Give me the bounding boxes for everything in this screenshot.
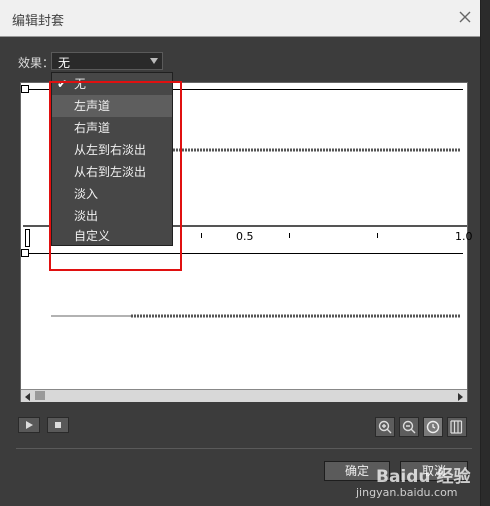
menu-item-fade-right-to-left[interactable]: 从右到左淡出 bbox=[52, 161, 172, 183]
menu-item-left-channel[interactable]: 左声道 bbox=[52, 95, 172, 117]
menu-item-fade-out[interactable]: 淡出 bbox=[52, 205, 172, 227]
menu-item-label: 从右到左淡出 bbox=[74, 165, 147, 179]
menu-item-label: 从左到右淡出 bbox=[74, 143, 147, 157]
close-icon[interactable] bbox=[456, 8, 474, 26]
menu-item-none[interactable]: ✔ 无 bbox=[52, 73, 172, 95]
play-icon bbox=[19, 421, 39, 435]
ruler-tick bbox=[377, 233, 378, 238]
cancel-button[interactable]: 取消 bbox=[400, 461, 468, 481]
ruler-tick bbox=[201, 233, 202, 238]
menu-item-label: 淡入 bbox=[74, 187, 99, 201]
effect-select[interactable]: 无 bbox=[51, 52, 163, 70]
stop-button[interactable] bbox=[47, 417, 69, 433]
menu-item-custom[interactable]: 自定义 bbox=[52, 225, 172, 247]
dropdown-arrow-icon bbox=[150, 58, 158, 64]
menu-item-label: 自定义 bbox=[74, 229, 111, 243]
scroll-right-icon[interactable] bbox=[455, 391, 465, 401]
seconds-units-button[interactable] bbox=[423, 417, 443, 437]
menu-item-right-channel[interactable]: 右声道 bbox=[52, 117, 172, 139]
right-envelope-line[interactable] bbox=[27, 253, 463, 254]
time-units-icon bbox=[424, 420, 442, 439]
left-envelope-handle[interactable] bbox=[21, 85, 29, 93]
play-button[interactable] bbox=[18, 417, 40, 433]
zoom-out-icon bbox=[400, 420, 418, 439]
effect-select-value: 无 bbox=[58, 56, 71, 70]
menu-item-label: 左声道 bbox=[74, 99, 111, 113]
menu-item-fade-in[interactable]: 淡入 bbox=[52, 183, 172, 205]
effect-label: 效果： bbox=[18, 56, 55, 70]
footer-divider bbox=[16, 448, 472, 449]
ruler-label: 1.0 bbox=[455, 230, 473, 243]
right-waveform bbox=[51, 313, 461, 319]
dialog-title: 编辑封套 bbox=[12, 14, 65, 29]
right-channel-track[interactable] bbox=[21, 249, 467, 389]
scrollbar-thumb[interactable] bbox=[35, 391, 45, 400]
zoom-in-button[interactable] bbox=[375, 417, 395, 437]
checkmark-icon: ✔ bbox=[57, 77, 68, 91]
ruler-tick bbox=[289, 233, 290, 238]
menu-item-fade-left-to-right[interactable]: 从左到右淡出 bbox=[52, 139, 172, 161]
right-envelope-handle[interactable] bbox=[21, 249, 29, 257]
horizontal-scrollbar[interactable] bbox=[21, 389, 467, 402]
frames-units-icon bbox=[448, 420, 466, 439]
zoom-out-button[interactable] bbox=[399, 417, 419, 437]
effect-dropdown-menu: ✔ 无 左声道 右声道 从左到右淡出 从右到左淡出 淡入 淡出 自定义 bbox=[51, 72, 173, 246]
playhead-marker[interactable] bbox=[25, 229, 30, 247]
menu-item-label: 右声道 bbox=[74, 121, 111, 135]
frames-units-button[interactable] bbox=[447, 417, 467, 437]
title-bar: 编辑封套 bbox=[0, 0, 480, 37]
zoom-in-icon bbox=[376, 420, 394, 439]
ok-button[interactable]: 确定 bbox=[324, 461, 390, 481]
ruler-label: 0.5 bbox=[236, 230, 254, 243]
menu-item-label: 无 bbox=[74, 77, 87, 91]
menu-item-label: 淡出 bbox=[74, 209, 99, 223]
scroll-left-icon[interactable] bbox=[23, 391, 33, 401]
stop-icon bbox=[48, 421, 68, 435]
